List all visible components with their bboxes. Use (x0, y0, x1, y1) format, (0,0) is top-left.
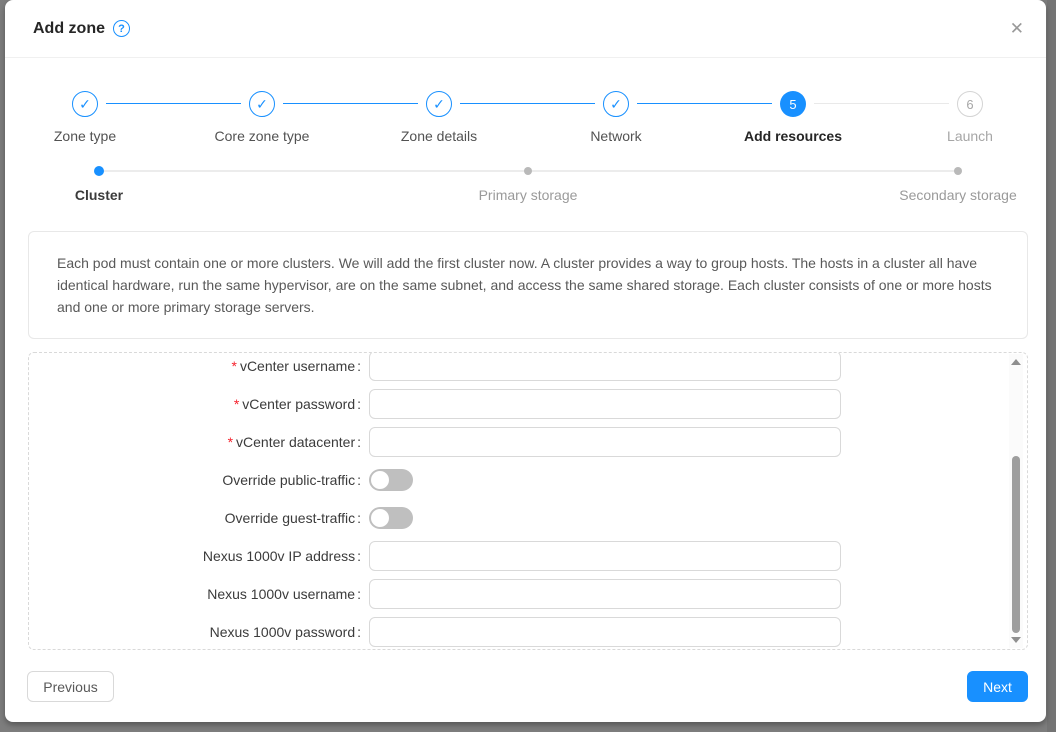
add-zone-modal: Add zone ? ✕ ✓ Zone type ✓ Core zone typ… (5, 0, 1046, 722)
toggle-knob (371, 471, 389, 489)
page-title: Add zone (33, 20, 105, 38)
field-label: Nexus 1000v password: (29, 624, 361, 640)
step-label: Add resources (744, 128, 842, 144)
step-label: Zone type (54, 128, 116, 144)
substep-label-cluster: Cluster (75, 187, 123, 203)
field-label: Nexus 1000v IP address: (29, 548, 361, 564)
step-label: Zone details (401, 128, 477, 144)
step-number-badge: 5 (780, 91, 806, 117)
substep-dot-secondary-storage[interactable] (954, 167, 962, 175)
cluster-info-text: Each pod must contain one or more cluste… (57, 255, 992, 315)
close-icon[interactable]: ✕ (1010, 20, 1024, 37)
step-add-resources[interactable]: 5 Add resources (713, 91, 873, 144)
step-core-zone-type[interactable]: ✓ Core zone type (182, 91, 342, 144)
form-row: Nexus 1000v password: (29, 617, 1027, 647)
form-row: *vCenter password: (29, 389, 1027, 419)
check-circle-icon: ✓ (72, 91, 98, 117)
nexus-password-input[interactable] (369, 617, 841, 647)
form-row: Nexus 1000v username: (29, 579, 1027, 609)
substep-label-secondary-storage: Secondary storage (899, 187, 1017, 203)
step-label: Network (590, 128, 641, 144)
step-label: Core zone type (215, 128, 310, 144)
page-scrollbar[interactable] (1047, 0, 1056, 732)
field-label: Nexus 1000v username: (29, 586, 361, 602)
form-row: Override guest-traffic: (29, 503, 1027, 533)
form-scrollbar[interactable] (1009, 354, 1023, 648)
nexus-ip-address-input[interactable] (369, 541, 841, 571)
next-button[interactable]: Next (967, 671, 1028, 702)
override-guest-traffic-toggle[interactable] (369, 507, 413, 529)
help-icon[interactable]: ? (113, 20, 130, 37)
cluster-form: *vCenter username: *vCenter password: *v… (28, 352, 1028, 650)
form-row: *vCenter username: (29, 352, 1027, 381)
form-row: Override public-traffic: (29, 465, 1027, 495)
check-circle-icon: ✓ (426, 91, 452, 117)
field-label: Override public-traffic: (29, 472, 361, 488)
scroll-down-icon[interactable] (1009, 634, 1023, 646)
vcenter-username-input[interactable] (369, 352, 841, 381)
nexus-username-input[interactable] (369, 579, 841, 609)
step-network[interactable]: ✓ Network (536, 91, 696, 144)
previous-button[interactable]: Previous (27, 671, 114, 702)
field-label: *vCenter datacenter: (29, 434, 361, 450)
step-number-badge: 6 (957, 91, 983, 117)
modal-header: Add zone ? ✕ (5, 0, 1046, 58)
step-launch[interactable]: 6 Launch (890, 91, 1046, 144)
substep-dot-primary-storage[interactable] (524, 167, 532, 175)
check-circle-icon: ✓ (603, 91, 629, 117)
step-zone-type[interactable]: ✓ Zone type (5, 91, 165, 144)
scrollbar-thumb[interactable] (1012, 456, 1020, 633)
form-row: Nexus 1000v IP address: (29, 541, 1027, 571)
scroll-up-icon[interactable] (1009, 356, 1023, 368)
step-zone-details[interactable]: ✓ Zone details (359, 91, 519, 144)
step-label: Launch (947, 128, 993, 144)
vcenter-password-input[interactable] (369, 389, 841, 419)
field-label: *vCenter password: (29, 396, 361, 412)
cluster-info-box: Each pod must contain one or more cluste… (28, 231, 1028, 339)
toggle-knob (371, 509, 389, 527)
form-row: *vCenter datacenter: (29, 427, 1027, 457)
substep-dot-cluster[interactable] (94, 166, 104, 176)
override-public-traffic-toggle[interactable] (369, 469, 413, 491)
substep-label-primary-storage: Primary storage (479, 187, 578, 203)
vcenter-datacenter-input[interactable] (369, 427, 841, 457)
field-label: *vCenter username: (29, 358, 361, 374)
field-label: Override guest-traffic: (29, 510, 361, 526)
check-circle-icon: ✓ (249, 91, 275, 117)
